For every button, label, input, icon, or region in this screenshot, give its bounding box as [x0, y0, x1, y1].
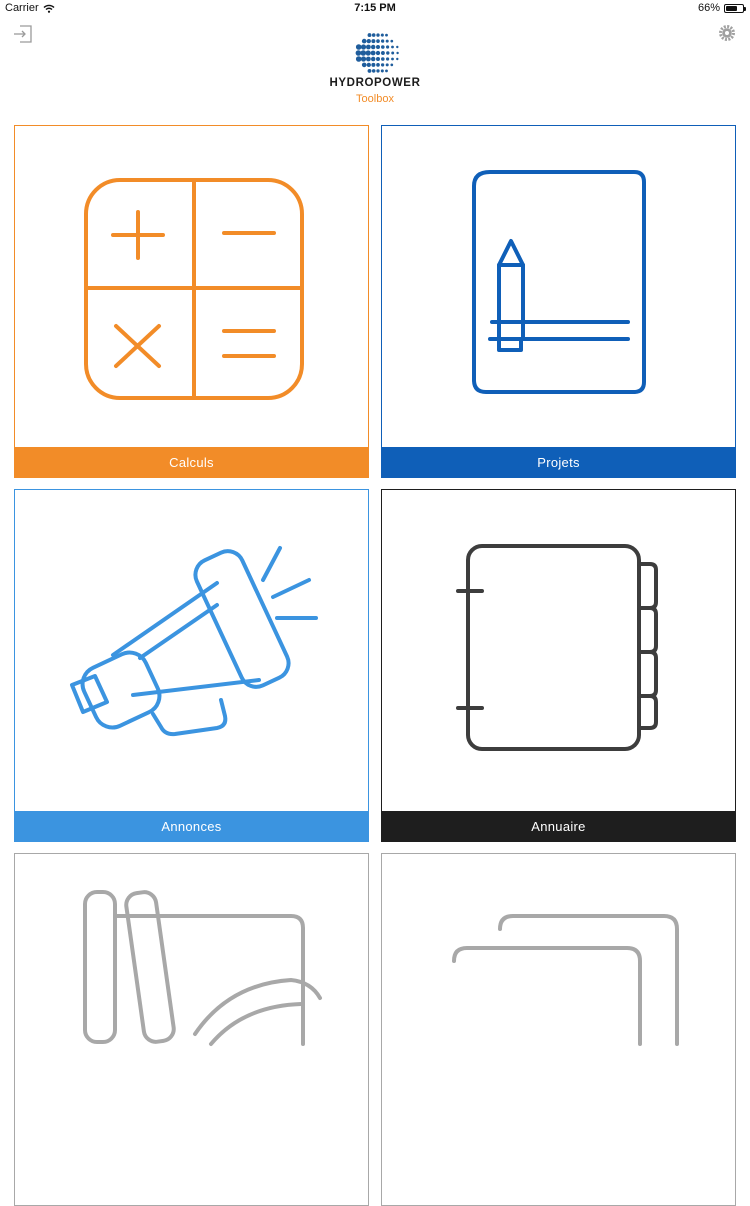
logo-dot	[360, 56, 367, 62]
logo-dot	[365, 50, 371, 56]
logo-dot	[380, 33, 384, 37]
logo-dot	[360, 50, 367, 56]
battery-cap	[744, 6, 746, 11]
logo-dot	[385, 69, 388, 73]
status-time: 7:15 PM	[354, 2, 396, 14]
logo-dot	[396, 45, 399, 49]
tile-label: Projets	[382, 447, 735, 477]
tile-label: Annonces	[15, 811, 368, 841]
logo-dot	[365, 56, 371, 62]
logo-dot	[375, 56, 381, 62]
tools-icon	[83, 890, 322, 1046]
logo-dot	[390, 39, 394, 43]
logo-dot	[361, 62, 367, 68]
logo-dot	[355, 56, 362, 62]
hydropower-logo	[355, 33, 399, 73]
logo-dot	[385, 39, 389, 43]
logo-dot	[367, 68, 372, 73]
logo-dot	[370, 44, 376, 50]
logo-dot	[380, 57, 385, 61]
logo-dot	[390, 63, 394, 67]
logo-dot	[380, 69, 384, 73]
logo-dot	[380, 45, 385, 49]
logo-dot	[386, 51, 390, 55]
logo-dot	[380, 39, 385, 43]
logo-dot	[370, 50, 376, 56]
battery-icon	[724, 3, 746, 13]
logo-dot	[376, 33, 380, 37]
logo-dot	[361, 38, 367, 44]
tile-label: Calculs	[15, 447, 368, 477]
logo-dot	[366, 62, 371, 68]
logo-dot	[360, 44, 367, 50]
brand-name: HYDROPOWER	[329, 77, 421, 89]
logo-dot	[386, 45, 390, 49]
battery-status: 66%	[697, 2, 746, 14]
logo-dot	[375, 44, 381, 50]
logo-dot	[391, 51, 395, 55]
logo-dot	[396, 57, 399, 61]
tile-calculs[interactable]: Calculs	[14, 125, 369, 478]
logo-dot	[376, 39, 380, 43]
battery-percent: 66%	[697, 2, 720, 14]
gear-icon[interactable]	[718, 24, 736, 42]
tile-label: Annuaire	[382, 811, 735, 841]
battery-level	[726, 5, 737, 11]
tile-projets[interactable]: Projets	[381, 125, 736, 478]
tile-annuaire[interactable]: Annuaire	[381, 489, 736, 842]
logo-dot	[376, 69, 380, 73]
brand-subtitle: Toolbox	[356, 93, 394, 105]
calculator-icon	[84, 178, 304, 400]
logo-dot	[371, 62, 376, 67]
folders-icon	[452, 914, 679, 1046]
logo-dot	[371, 69, 376, 73]
logo-dot	[365, 44, 371, 50]
logo-dot	[385, 33, 388, 37]
logout-icon[interactable]	[12, 24, 34, 44]
logo-dot	[385, 63, 389, 67]
logo-dot	[355, 50, 362, 56]
logo-dot	[355, 44, 362, 50]
logo-dot	[391, 45, 394, 49]
status-bar: Carrier 7:15 PM 66%	[0, 0, 750, 18]
address-book-icon	[456, 544, 658, 751]
logo-dot	[386, 57, 390, 61]
logo-dot	[367, 33, 372, 38]
notebook-pencil-icon	[472, 170, 646, 394]
logo-dot	[380, 63, 385, 67]
logo-dot	[371, 33, 376, 37]
logo-dot	[371, 39, 376, 44]
tile-tools[interactable]	[14, 853, 369, 1206]
logo-dot	[391, 57, 394, 61]
logo-dot	[380, 51, 385, 55]
tile-folders[interactable]	[381, 853, 736, 1206]
app-header: HYDROPOWER Toolbox	[0, 18, 750, 118]
tile-annonces[interactable]: Annonces	[14, 489, 369, 842]
logo-dot	[396, 51, 399, 55]
logo-dot	[375, 50, 381, 56]
logo-dot	[376, 63, 380, 67]
logo-dot	[366, 38, 371, 44]
megaphone-icon	[70, 546, 318, 737]
logo-dot	[370, 56, 376, 62]
